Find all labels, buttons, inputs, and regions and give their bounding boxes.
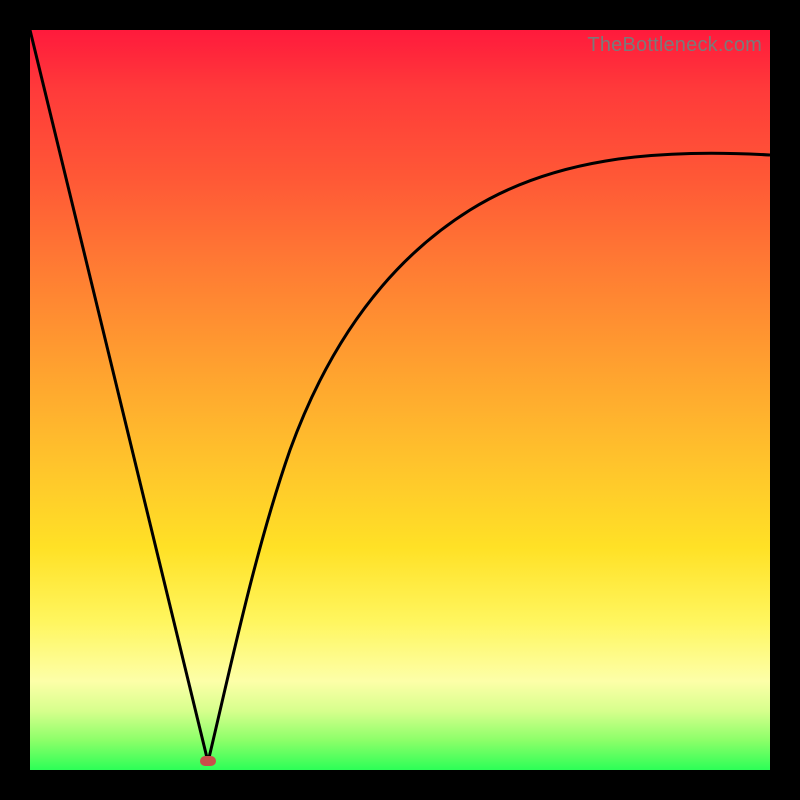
curve-left-branch <box>30 30 208 762</box>
curve-right-branch <box>208 153 770 762</box>
chart-frame: TheBottleneck.com <box>0 0 800 800</box>
minimum-marker <box>200 756 216 766</box>
plot-area: TheBottleneck.com <box>30 30 770 770</box>
bottleneck-curve <box>30 30 770 770</box>
